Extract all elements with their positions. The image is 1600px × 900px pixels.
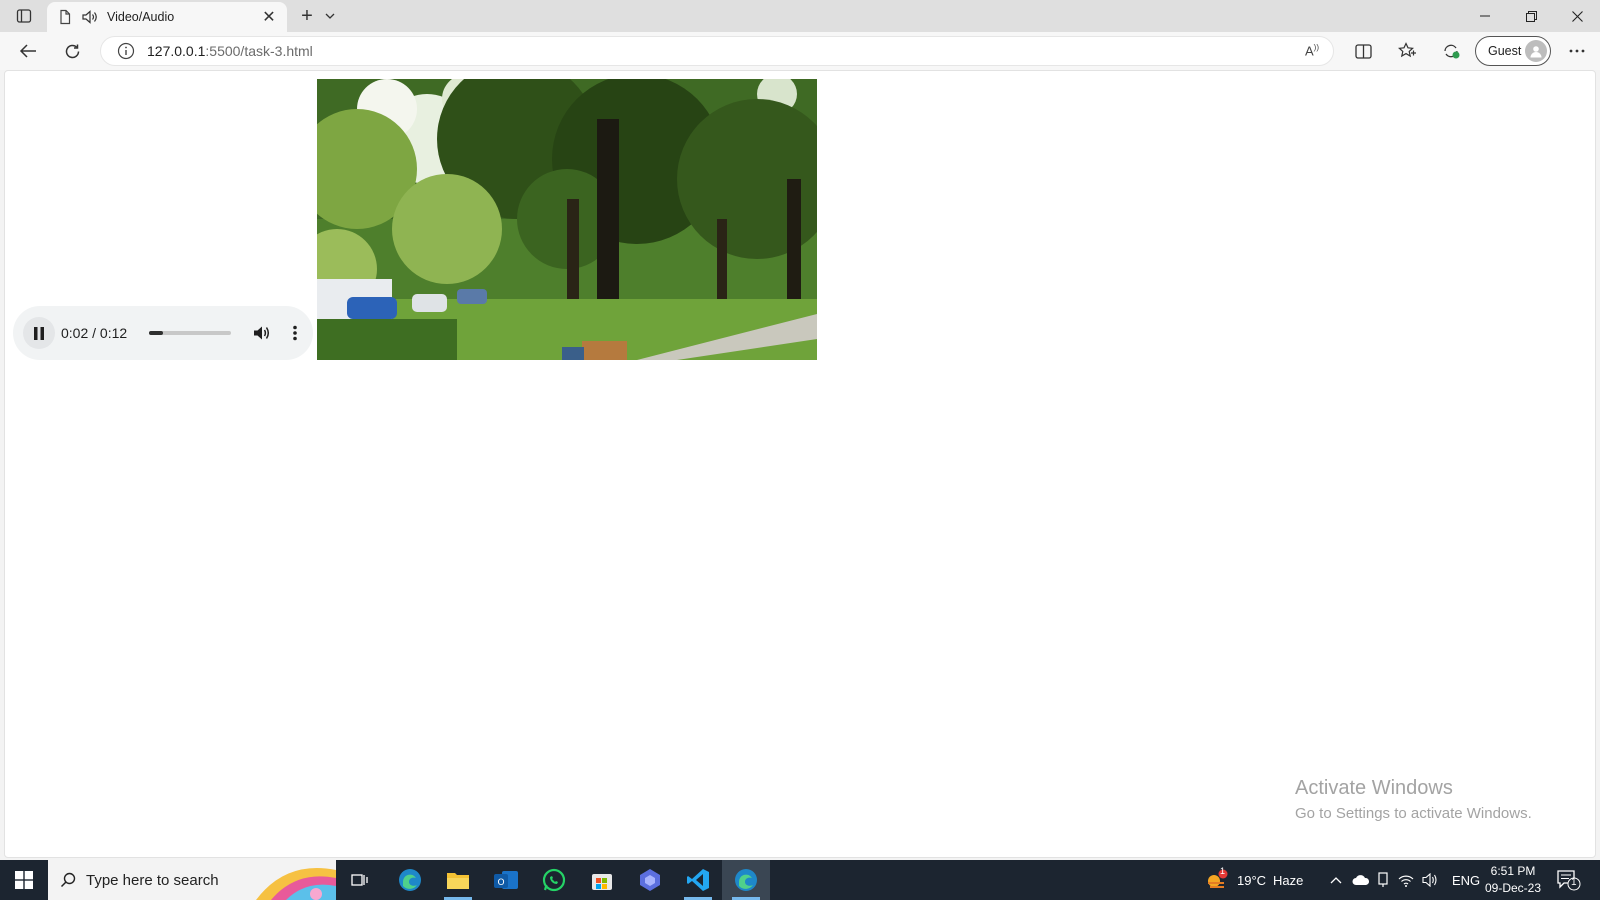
edge-app-icon[interactable] — [386, 860, 434, 900]
tab-video-audio[interactable]: Video/Audio ✕ — [47, 2, 287, 32]
onedrive-icon[interactable] — [1352, 860, 1370, 900]
address-bar[interactable]: 127.0.0.1:5500/task-3.html A)) — [100, 36, 1334, 66]
windows-start-icon[interactable] — [0, 860, 48, 900]
show-hidden-icons-icon[interactable] — [1330, 860, 1342, 900]
weather-temp: 19°C — [1237, 872, 1267, 888]
watermark-subtitle: Go to Settings to activate Windows. — [1295, 805, 1532, 822]
activate-windows-watermark: Activate Windows Go to Settings to activ… — [1295, 777, 1532, 822]
power-automate-icon[interactable] — [626, 860, 674, 900]
favorites-icon[interactable] — [1392, 36, 1422, 66]
volume-icon[interactable] — [251, 322, 273, 344]
speaker-icon[interactable] — [81, 9, 99, 25]
weather-condition: Haze — [1273, 872, 1304, 888]
weather-badge: 1 — [1220, 866, 1226, 876]
new-tab-icon[interactable]: + — [295, 5, 319, 27]
weather-widget[interactable]: 1 19°C Haze — [1205, 860, 1303, 900]
windows-taskbar: Type here to search O 1 19°C Haze ENG 6:… — [0, 860, 1600, 900]
avatar — [1525, 40, 1547, 62]
park-trees-video-frame — [317, 79, 817, 360]
refresh-icon[interactable] — [57, 36, 87, 66]
vscode-icon[interactable] — [674, 860, 722, 900]
split-screen-icon[interactable] — [1348, 36, 1378, 66]
clock-time: 6:51 PM — [1490, 864, 1536, 878]
restore-icon[interactable] — [1508, 0, 1554, 32]
clock-date: 09-Dec-23 — [1484, 881, 1542, 895]
edge-active-app-icon[interactable] — [722, 860, 770, 900]
page-icon — [60, 9, 71, 25]
svg-text:O: O — [497, 878, 504, 888]
profile-button[interactable]: Guest — [1475, 36, 1551, 66]
tab-strip: Video/Audio ✕ + — [0, 0, 1600, 32]
search-icon — [60, 872, 76, 888]
progress-fill — [149, 331, 163, 335]
browser-essentials-icon[interactable] — [1436, 36, 1466, 66]
back-icon[interactable] — [13, 36, 43, 66]
progress-slider[interactable] — [149, 331, 231, 335]
video-player[interactable] — [317, 79, 817, 360]
more-menu-icon[interactable] — [1562, 36, 1592, 66]
profile-label: Guest — [1488, 44, 1522, 58]
close-window-icon[interactable] — [1554, 0, 1600, 32]
taskbar-clock[interactable]: 6:51 PM 09-Dec-23 — [1478, 863, 1548, 897]
window-controls — [1462, 0, 1600, 32]
url-path: :5500/task-3.html — [205, 43, 313, 59]
search-placeholder: Type here to search — [86, 871, 219, 889]
volume-tray-icon[interactable] — [1422, 860, 1438, 900]
tab-actions-icon[interactable] — [10, 5, 38, 27]
taskbar-search-input[interactable]: Type here to search — [48, 860, 336, 900]
browser-toolbar: 127.0.0.1:5500/task-3.html A)) Guest — [0, 32, 1600, 70]
file-explorer-icon[interactable] — [434, 860, 482, 900]
browser-window: Video/Audio ✕ + 127.0.0.1:5500/task-3.h… — [0, 0, 1600, 860]
page-content: 0:02 / 0:12 Activate Windows Go to Setti… — [4, 70, 1596, 858]
tab-title: Video/Audio — [107, 10, 175, 24]
device-icon[interactable] — [1377, 860, 1389, 900]
more-options-icon[interactable] — [285, 322, 305, 344]
pause-icon — [34, 326, 44, 340]
notification-count: 1 — [1571, 877, 1577, 888]
chevron-down-icon[interactable] — [322, 7, 338, 25]
time-display: 0:02 / 0:12 — [61, 325, 128, 341]
network-icon[interactable] — [1398, 860, 1414, 900]
weather-icon — [1208, 869, 1228, 888]
info-icon[interactable] — [117, 42, 135, 60]
language-indicator[interactable]: ENG — [1452, 860, 1480, 900]
minimize-icon[interactable] — [1462, 0, 1508, 32]
whatsapp-icon[interactable] — [530, 860, 578, 900]
outlook-icon[interactable]: O — [482, 860, 530, 900]
microsoft-store-icon[interactable] — [578, 860, 626, 900]
close-tab-icon[interactable]: ✕ — [261, 9, 277, 26]
language-label: ENG — [1452, 872, 1481, 888]
audio-player[interactable]: 0:02 / 0:12 — [13, 306, 313, 360]
search-highlight-image — [256, 868, 336, 900]
notification-center-icon[interactable]: 1 — [1556, 868, 1582, 892]
url-host: 127.0.0.1 — [147, 43, 206, 59]
task-view-icon[interactable] — [336, 860, 384, 900]
watermark-title: Activate Windows — [1295, 777, 1453, 799]
read-aloud-icon[interactable]: A)) — [1305, 43, 1319, 58]
pause-button[interactable] — [23, 317, 55, 349]
